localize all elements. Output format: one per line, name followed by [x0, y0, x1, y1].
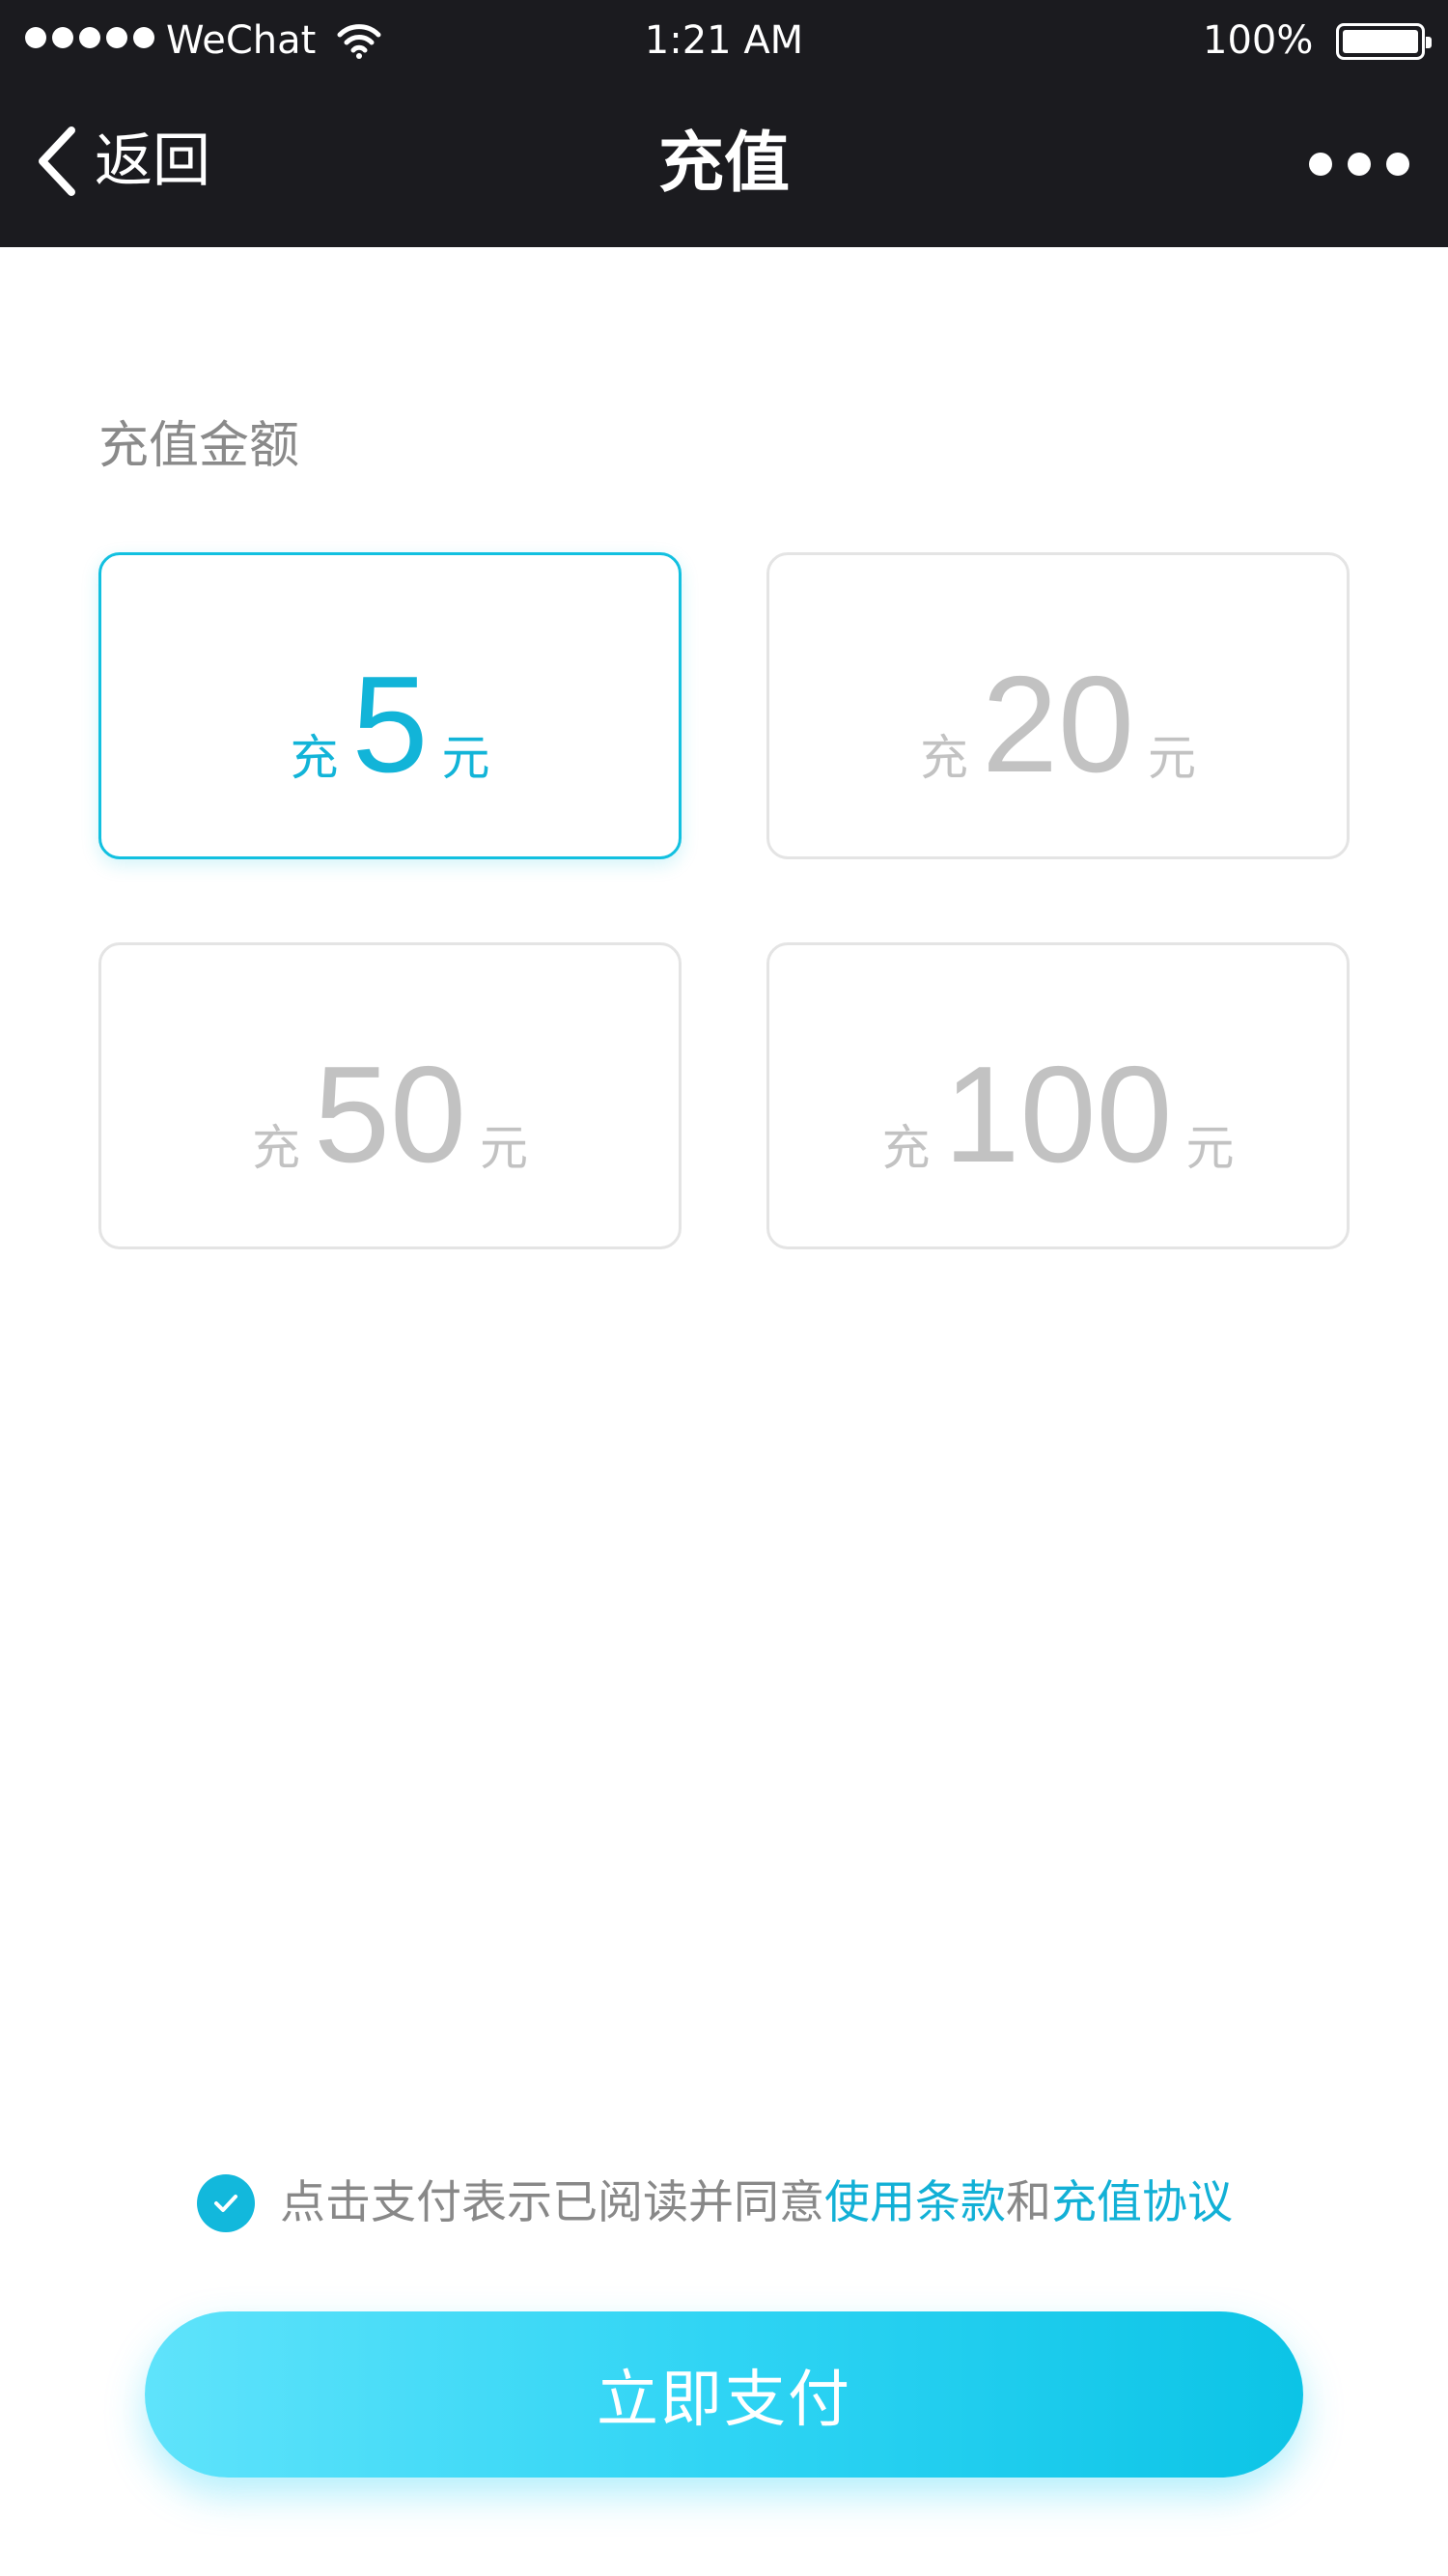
status-bar: WeChat 1:21 AM 100% [0, 0, 1448, 81]
amount-value: 100 [943, 1038, 1173, 1191]
amount-unit: 元 [441, 730, 490, 786]
amount-option-50[interactable]: 充 50 元 [98, 942, 682, 1249]
agreement-conjunction: 和 [1006, 2176, 1051, 2229]
amount-value: 20 [982, 648, 1134, 801]
battery-icon [1336, 23, 1432, 60]
battery-fill [1343, 30, 1418, 53]
amount-value: 50 [314, 1038, 466, 1191]
checkmark-icon [214, 2195, 237, 2212]
amount-prefix: 充 [290, 730, 339, 786]
agreement-checkbox[interactable] [197, 2174, 255, 2232]
amount-prefix: 充 [881, 1120, 931, 1176]
amount-unit: 元 [479, 1120, 528, 1176]
agreement-text: 点击支付表示已阅读并同意使用条款和充值协议 [280, 2174, 1233, 2232]
amount-option-5[interactable]: 充 5 元 [98, 552, 682, 859]
navigation-bar: 返回 充值 [0, 81, 1448, 247]
recharge-agreement-link[interactable]: 充值协议 [1051, 2176, 1233, 2229]
amount-unit: 元 [1147, 730, 1196, 786]
more-options-icon[interactable] [1309, 153, 1409, 176]
page-title: 充值 [657, 126, 790, 202]
recharge-amount-label: 充值金额 [98, 417, 300, 475]
amount-prefix: 充 [920, 730, 969, 786]
amount-value: 5 [351, 648, 429, 801]
agreement-row: 点击支付表示已阅读并同意使用条款和充值协议 [197, 2174, 1233, 2232]
amount-prefix: 充 [252, 1120, 301, 1176]
battery-percent: 100% [1203, 18, 1314, 63]
terms-of-use-link[interactable]: 使用条款 [824, 2176, 1006, 2229]
amount-option-100[interactable]: 充 100 元 [766, 942, 1350, 1249]
agreement-prefix-text: 点击支付表示已阅读并同意 [280, 2176, 824, 2229]
amount-option-20[interactable]: 充 20 元 [766, 552, 1350, 859]
amount-unit: 元 [1185, 1120, 1235, 1176]
pay-now-button[interactable]: 立即支付 [145, 2311, 1303, 2478]
